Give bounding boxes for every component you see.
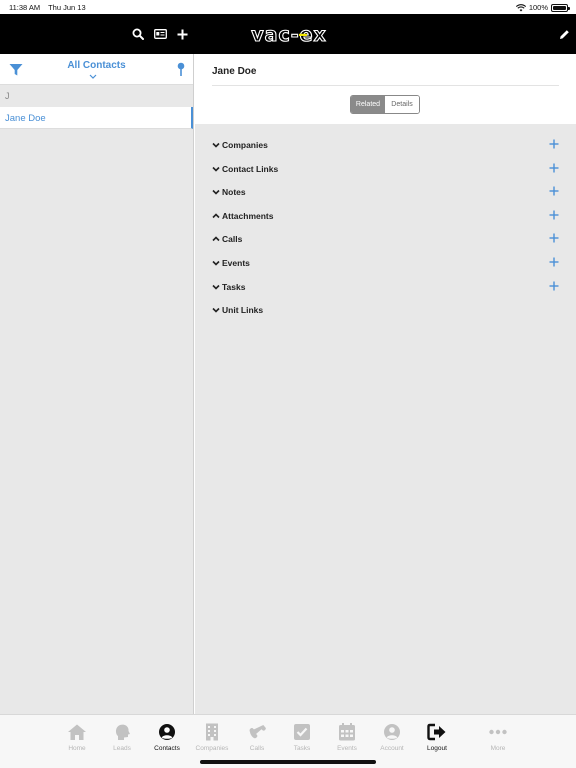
wifi-icon xyxy=(515,3,526,11)
checkbox-icon xyxy=(294,724,310,740)
pencil-icon[interactable] xyxy=(556,26,572,42)
chevron-up-icon[interactable] xyxy=(212,236,220,242)
head-icon xyxy=(115,724,130,740)
divider xyxy=(212,85,559,86)
section-label: Unit Links xyxy=(222,305,264,316)
battery-icon xyxy=(551,3,570,12)
section-label: Events xyxy=(222,257,250,268)
section-companies[interactable]: Companies xyxy=(195,137,576,161)
section-label: Attachments xyxy=(222,210,274,221)
chevron-down-icon[interactable] xyxy=(212,260,220,266)
calendar-icon xyxy=(339,723,355,741)
app-header: vac-ex xyxy=(0,14,576,54)
contact-list-item[interactable]: Jane Doe xyxy=(0,107,193,129)
battery-percent: 100% xyxy=(528,3,548,12)
tab-calls[interactable]: Calls xyxy=(235,723,279,752)
related-details-toggle: Related Details xyxy=(350,95,420,114)
section-events[interactable]: Events xyxy=(195,255,576,279)
add-note-plus-icon[interactable] xyxy=(549,186,559,196)
tab-tasks[interactable]: Tasks xyxy=(280,723,324,752)
section-label: Notes xyxy=(222,187,246,198)
section-label: Tasks xyxy=(222,281,246,292)
tab-logout[interactable]: Logout xyxy=(415,723,459,752)
section-tasks[interactable]: Tasks xyxy=(195,279,576,303)
more-dots-icon xyxy=(489,729,507,735)
chevron-down-icon[interactable] xyxy=(212,284,220,290)
tab-related[interactable]: Related xyxy=(351,96,385,113)
chevron-down-icon[interactable] xyxy=(89,74,97,79)
chevron-down-icon[interactable] xyxy=(212,166,220,172)
add-event-plus-icon[interactable] xyxy=(549,257,559,267)
phone-icon xyxy=(249,724,266,739)
tab-companies[interactable]: Companies xyxy=(190,723,234,752)
home-indicator xyxy=(200,760,376,764)
plus-icon[interactable] xyxy=(174,26,190,42)
add-attachment-plus-icon[interactable] xyxy=(549,210,559,220)
tab-more[interactable]: More xyxy=(476,723,520,752)
section-calls[interactable]: Calls xyxy=(195,231,576,255)
tab-account[interactable]: Account xyxy=(370,723,414,752)
contact-detail: Jane Doe Related Details Companies Conta… xyxy=(195,54,576,714)
add-company-plus-icon[interactable] xyxy=(549,139,559,149)
status-date: Thu Jun 13 xyxy=(48,3,86,12)
tab-home[interactable]: Home xyxy=(55,723,99,752)
related-sections: Companies Contact Links Notes Attachment… xyxy=(195,137,576,326)
logout-icon xyxy=(427,723,446,741)
add-contact-link-plus-icon[interactable] xyxy=(549,163,559,173)
person-circle-icon xyxy=(159,724,175,740)
tab-contacts[interactable]: Contacts xyxy=(145,723,189,752)
vacex-logo: vac-ex xyxy=(251,26,327,44)
logo-text: vac-ex xyxy=(251,26,327,44)
tab-events[interactable]: Events xyxy=(325,723,369,752)
search-icon[interactable] xyxy=(130,26,146,42)
add-call-plus-icon[interactable] xyxy=(549,233,559,243)
section-notes[interactable]: Notes xyxy=(195,184,576,208)
section-label: Contact Links xyxy=(222,163,279,174)
section-unit-links[interactable]: Unit Links xyxy=(195,302,576,326)
chevron-down-icon[interactable] xyxy=(212,142,220,148)
house-icon xyxy=(68,724,86,740)
account-icon xyxy=(384,724,400,740)
contacts-panel: All Contacts J Jane Doe xyxy=(0,54,194,714)
tab-details[interactable]: Details xyxy=(385,96,419,113)
section-label: Calls xyxy=(222,234,243,245)
contact-filter-dropdown[interactable]: All Contacts xyxy=(0,60,193,71)
section-header-j: J xyxy=(0,85,193,107)
chevron-up-icon[interactable] xyxy=(212,213,220,219)
chevron-down-icon[interactable] xyxy=(212,189,220,195)
add-task-plus-icon[interactable] xyxy=(549,281,559,291)
section-label: Companies xyxy=(222,140,268,150)
building-icon xyxy=(206,723,218,741)
card-icon[interactable] xyxy=(152,26,168,42)
contact-name-title: Jane Doe xyxy=(212,66,257,77)
tab-leads[interactable]: Leads xyxy=(100,723,144,752)
status-time: 11:38 AM xyxy=(9,3,41,12)
section-contact-links[interactable]: Contact Links xyxy=(195,161,576,185)
status-bar: 11:38 AM Thu Jun 13 100% xyxy=(0,0,576,14)
section-attachments[interactable]: Attachments xyxy=(195,208,576,232)
chevron-down-icon[interactable] xyxy=(212,307,220,313)
map-pin-icon[interactable] xyxy=(176,62,186,77)
contacts-toolbar: All Contacts xyxy=(0,54,193,85)
